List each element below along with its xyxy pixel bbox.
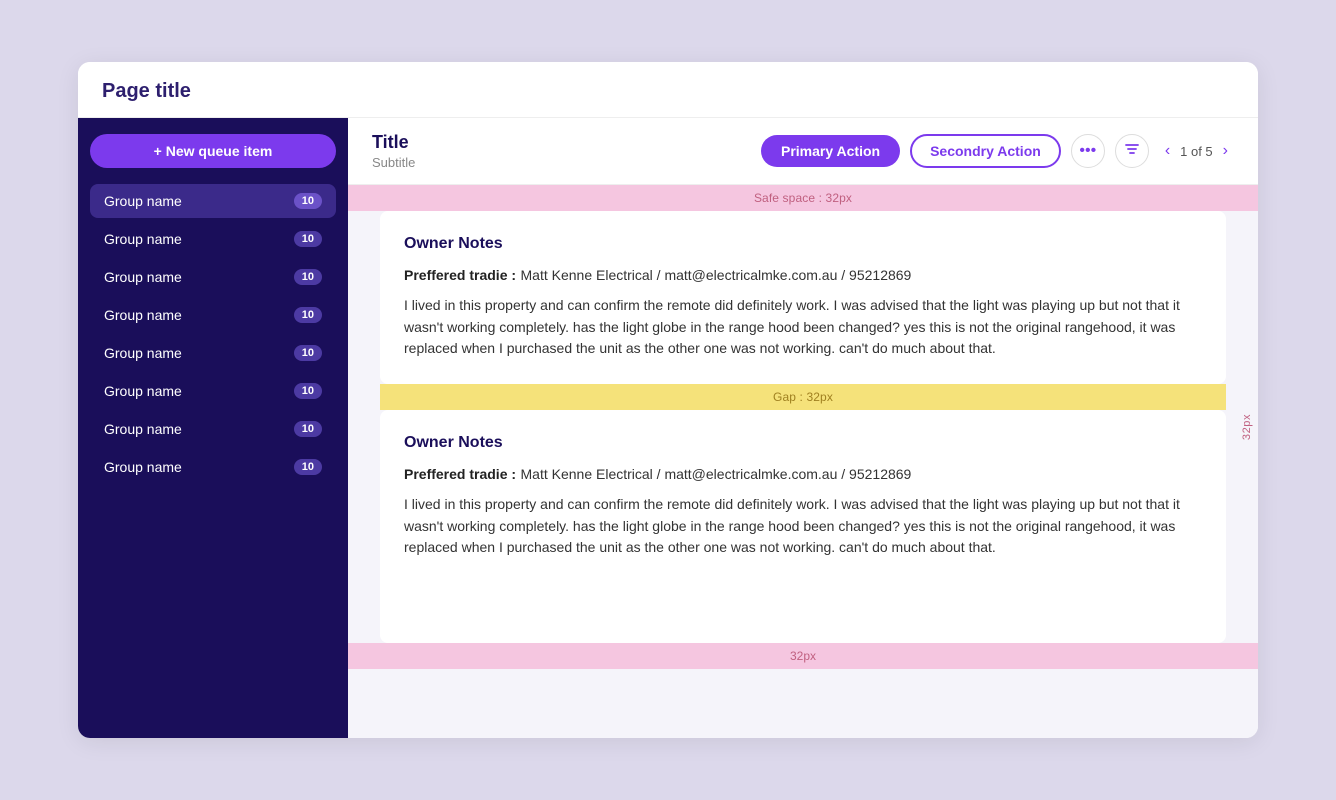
sidebar-item-0[interactable]: Group name 10 xyxy=(90,184,336,218)
page-header: Page title xyxy=(78,62,1258,118)
card-field-label-1: Preffered tradie : xyxy=(404,466,516,482)
sidebar-item-5[interactable]: Group name 10 xyxy=(90,374,336,408)
card-title-1: Owner Notes xyxy=(404,434,1202,452)
sidebar-item-4[interactable]: Group name 10 xyxy=(90,336,336,370)
sidebar-badge-5: 10 xyxy=(294,383,322,399)
cards-wrapper: Owner Notes Preffered tradie : Matt Kenn… xyxy=(348,211,1258,643)
sidebar-badge-1: 10 xyxy=(294,231,322,247)
content-header: Title Subtitle Primary Action Secondry A… xyxy=(348,118,1258,185)
secondary-action-button[interactable]: Secondry Action xyxy=(910,134,1061,168)
card-1: Owner Notes Preffered tradie : Matt Kenn… xyxy=(380,410,1226,643)
sidebar-badge-3: 10 xyxy=(294,307,322,323)
filter-icon xyxy=(1124,141,1140,162)
pagination-prev-button[interactable]: ‹ xyxy=(1159,140,1176,162)
content-header-left: Title Subtitle xyxy=(372,132,761,170)
cards-section: 32px Owner Notes Preffered tradie : Matt… xyxy=(348,211,1258,643)
pagination: ‹ 1 of 5 › xyxy=(1159,140,1234,162)
sidebar-item-2[interactable]: Group name 10 xyxy=(90,260,336,294)
card-field-value-1: Matt Kenne Electrical / matt@electricalm… xyxy=(521,466,912,482)
sidebar-badge-6: 10 xyxy=(294,421,322,437)
new-queue-button[interactable]: + New queue item xyxy=(90,134,336,168)
sidebar-item-label-1: Group name xyxy=(104,231,182,247)
app-container: Page title + New queue item Group name 1… xyxy=(78,62,1258,738)
sidebar-item-label-0: Group name xyxy=(104,193,182,209)
ellipsis-icon: ••• xyxy=(1079,142,1096,160)
content-title: Title xyxy=(372,132,761,153)
card-body-text-0: I lived in this property and can confirm… xyxy=(404,295,1202,360)
sidebar-item-7[interactable]: Group name 10 xyxy=(90,450,336,484)
pagination-next-button[interactable]: › xyxy=(1217,140,1234,162)
sidebar-badge-2: 10 xyxy=(294,269,322,285)
card-field-row-0: Preffered tradie : Matt Kenne Electrical… xyxy=(404,267,1202,285)
main-layout: + New queue item Group name 10 Group nam… xyxy=(78,118,1258,738)
sidebar-item-3[interactable]: Group name 10 xyxy=(90,298,336,332)
more-options-button[interactable]: ••• xyxy=(1071,134,1105,168)
card-bottom-space xyxy=(404,559,1202,619)
sidebar-item-1[interactable]: Group name 10 xyxy=(90,222,336,256)
sidebar-badge-4: 10 xyxy=(294,345,322,361)
content-area: Title Subtitle Primary Action Secondry A… xyxy=(348,118,1258,738)
sidebar: + New queue item Group name 10 Group nam… xyxy=(78,118,348,738)
card-field-label-0: Preffered tradie : xyxy=(404,267,516,283)
sidebar-item-label-5: Group name xyxy=(104,383,182,399)
page-title: Page title xyxy=(102,80,191,102)
card-title-0: Owner Notes xyxy=(404,235,1202,253)
pagination-label: 1 of 5 xyxy=(1180,144,1213,159)
sidebar-item-label-6: Group name xyxy=(104,421,182,437)
card-body-text-1: I lived in this property and can confirm… xyxy=(404,494,1202,559)
sidebar-item-label-7: Group name xyxy=(104,459,182,475)
content-header-right: Primary Action Secondry Action ••• ‹ xyxy=(761,134,1234,168)
safe-space-bar: Safe space : 32px xyxy=(348,185,1258,211)
sidebar-item-label-4: Group name xyxy=(104,345,182,361)
card-field-row-1: Preffered tradie : Matt Kenne Electrical… xyxy=(404,466,1202,484)
card-0: Owner Notes Preffered tradie : Matt Kenn… xyxy=(380,211,1226,384)
sidebar-badge-7: 10 xyxy=(294,459,322,475)
filter-button[interactable] xyxy=(1115,134,1149,168)
card-field-value-0: Matt Kenne Electrical / matt@electricalm… xyxy=(521,267,912,283)
gap-bar: Gap : 32px xyxy=(380,384,1226,410)
primary-action-button[interactable]: Primary Action xyxy=(761,135,900,167)
sidebar-item-6[interactable]: Group name 10 xyxy=(90,412,336,446)
content-subtitle: Subtitle xyxy=(372,155,761,170)
sidebar-item-label-3: Group name xyxy=(104,307,182,323)
sidebar-badge-0: 10 xyxy=(294,193,322,209)
bottom-safe-bar: 32px xyxy=(348,643,1258,669)
sidebar-item-label-2: Group name xyxy=(104,269,182,285)
